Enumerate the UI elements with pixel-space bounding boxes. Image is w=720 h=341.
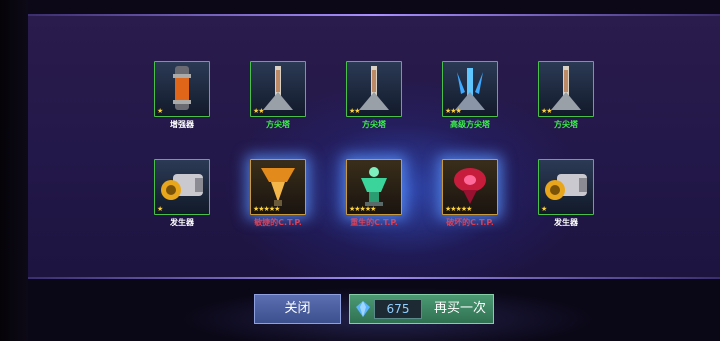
buy-again-label: 再买一次 — [433, 301, 486, 316]
item-card[interactable]: ★ — [154, 61, 210, 117]
item-name: 方尖塔 — [362, 120, 386, 129]
star-rating: ★★★★★ — [349, 205, 376, 213]
booster-icon — [173, 66, 191, 110]
star-rating: ★ — [157, 107, 163, 115]
item-name: 发生器 — [170, 218, 194, 227]
star-rating: ★★★★★ — [445, 205, 472, 213]
item-card[interactable]: ★★ — [346, 61, 402, 117]
generator-icon — [545, 174, 587, 200]
star-rating: ★★★★★ — [253, 205, 280, 213]
item-name: 方尖塔 — [554, 120, 578, 129]
item-name: 破坏的C.T.P. — [446, 218, 494, 227]
item-name: 敏捷的C.T.P. — [254, 218, 302, 227]
item-name: 增强器 — [170, 120, 194, 129]
generator-icon — [161, 174, 203, 200]
item-name: 高级方尖塔 — [450, 120, 490, 129]
reward-item[interactable]: ★★★★★ 破坏的C.T.P. — [430, 159, 510, 228]
item-name: 发生器 — [554, 218, 578, 227]
star-rating: ★★★ — [445, 107, 462, 115]
close-button[interactable]: 关闭 — [254, 294, 341, 324]
reward-item[interactable]: ★★★★★ 敏捷的C.T.P. — [238, 159, 318, 228]
star-rating: ★★ — [541, 107, 553, 115]
reward-panel — [28, 14, 720, 280]
star-rating: ★★ — [349, 107, 361, 115]
panel-top-border — [28, 14, 720, 16]
item-card[interactable]: ★ — [538, 159, 594, 215]
item-card[interactable]: ★★ — [538, 61, 594, 117]
item-card[interactable]: ★ — [154, 159, 210, 215]
buy-again-button[interactable]: 675 再买一次 — [349, 294, 494, 324]
item-card[interactable]: ★★★★★ — [250, 159, 306, 215]
reward-item[interactable]: ★★ 方尖塔 — [238, 61, 318, 130]
item-name: 重生的C.T.P. — [350, 218, 398, 227]
reward-item[interactable]: ★★ 方尖塔 — [334, 61, 414, 130]
item-card[interactable]: ★★★★★ — [442, 159, 498, 215]
item-card[interactable]: ★★ — [250, 61, 306, 117]
item-card[interactable]: ★★★ — [442, 61, 498, 117]
star-rating: ★ — [541, 205, 547, 213]
reward-item[interactable]: ★★ 方尖塔 — [526, 61, 606, 130]
reward-item[interactable]: ★ 增强器 — [142, 61, 222, 130]
reward-item[interactable]: ★ 发生器 — [142, 159, 222, 228]
cost-value: 675 — [374, 299, 422, 319]
star-rating: ★ — [157, 205, 163, 213]
item-card[interactable]: ★★★★★ — [346, 159, 402, 215]
item-name: 方尖塔 — [266, 120, 290, 129]
reward-item[interactable]: ★★★★★ 重生的C.T.P. — [334, 159, 414, 228]
blue-crystal-icon — [356, 301, 370, 317]
reward-item[interactable]: ★ 发生器 — [526, 159, 606, 228]
left-edge — [0, 0, 28, 341]
reward-item[interactable]: ★★★ 高级方尖塔 — [430, 61, 510, 130]
star-rating: ★★ — [253, 107, 265, 115]
